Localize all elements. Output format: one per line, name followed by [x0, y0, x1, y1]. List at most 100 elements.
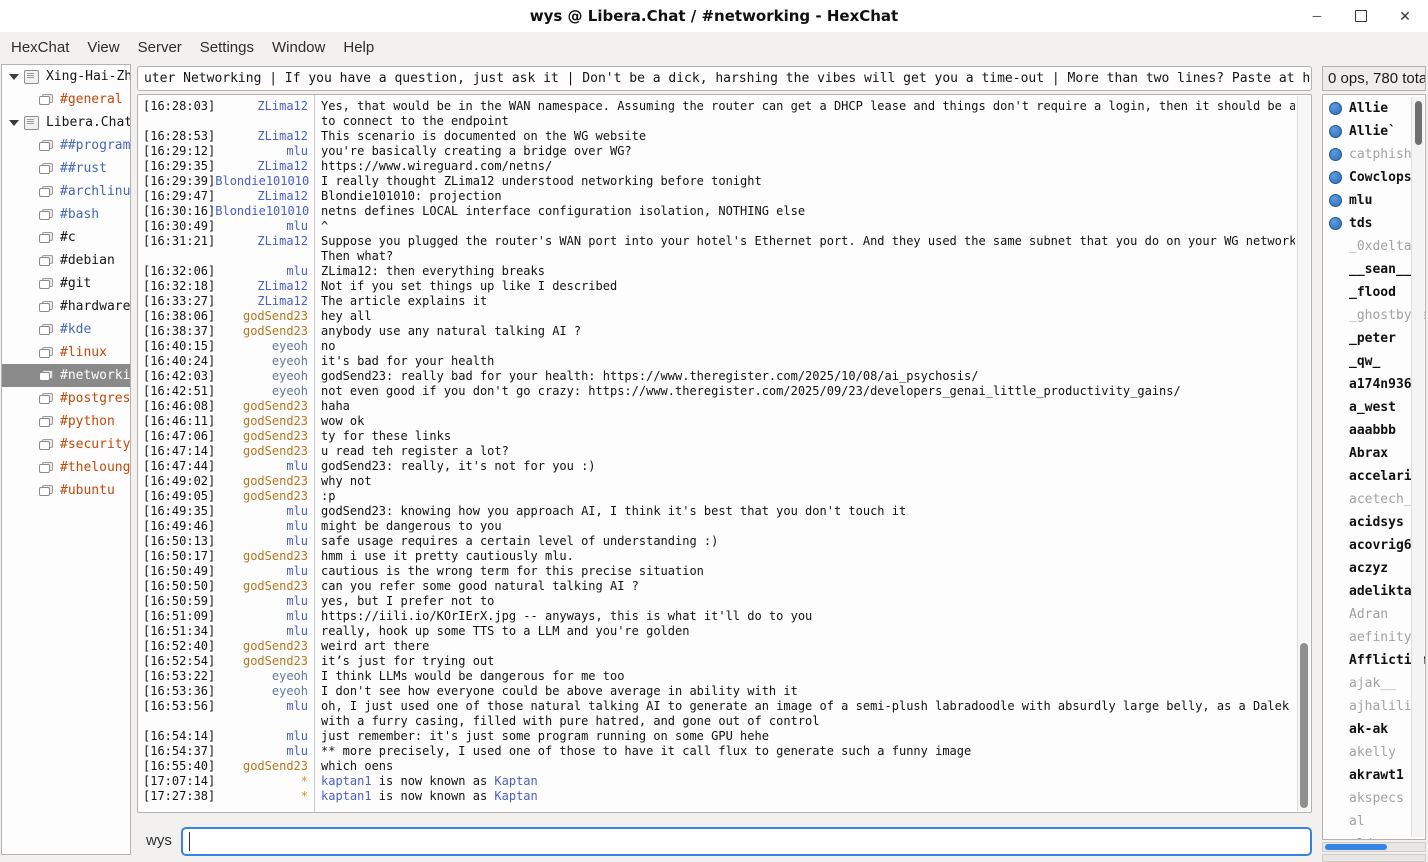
user-row[interactable]: a_west: [1323, 396, 1425, 419]
user-row[interactable]: adeliktas: [1323, 580, 1425, 603]
user-nick: a_west: [1349, 400, 1396, 415]
user-row[interactable]: aefinity: [1323, 626, 1425, 649]
tree-channel-hardware[interactable]: #hardware: [2, 295, 130, 318]
user-row[interactable]: akelly: [1323, 741, 1425, 764]
message-text: Blondie101010: projection: [314, 189, 502, 204]
tree-channel-postgresql[interactable]: #postgresql: [2, 387, 130, 410]
tree-channel-git[interactable]: #git: [2, 272, 130, 295]
user-nick: adeliktas: [1349, 584, 1419, 599]
tree-channel-networking[interactable]: #networking: [2, 364, 130, 387]
tree-channel-archlinux[interactable]: #archlinux: [2, 180, 130, 203]
userlist-scrollbar-thumb[interactable]: [1415, 101, 1422, 145]
menu-view[interactable]: View: [78, 35, 128, 60]
user-row[interactable]: Adran: [1323, 603, 1425, 626]
user-row[interactable]: _ghostbyte: [1323, 304, 1425, 327]
message-text: Not if you set things up like I describe…: [314, 279, 617, 294]
menu-settings[interactable]: Settings: [191, 35, 263, 60]
message-nick: godSend23: [243, 639, 308, 654]
chat-message: [16:31:21]ZLima12Suppose you plugged the…: [143, 234, 1295, 264]
tree-server[interactable]: Xing-Hai-Zhang: [2, 65, 130, 88]
message-timestamp: [16:54:14]: [143, 729, 215, 744]
maximize-icon[interactable]: [1352, 7, 1370, 25]
message-gutter: [16:42:51]eyeoh: [143, 384, 314, 399]
tree-channel-rust[interactable]: ##rust: [2, 157, 130, 180]
user-row[interactable]: aczyz: [1323, 557, 1425, 580]
userlist-scrollbar[interactable]: [1411, 97, 1424, 837]
message-timestamp: [16:51:09]: [143, 609, 215, 624]
message-timestamp: [16:46:11]: [143, 414, 215, 429]
user-row[interactable]: ajak__: [1323, 672, 1425, 695]
channel-label: #security: [60, 437, 130, 452]
message-nick: godSend23: [243, 429, 308, 444]
user-row[interactable]: aaabbb: [1323, 419, 1425, 442]
userlist-hscrollbar-track2[interactable]: [1322, 854, 1426, 862]
user-row[interactable]: _qw_: [1323, 350, 1425, 373]
user-row[interactable]: _flood: [1323, 281, 1425, 304]
user-row[interactable]: ajhalili2: [1323, 695, 1425, 718]
message-nick: eyeoh: [272, 684, 308, 699]
message-nick: *: [301, 774, 308, 789]
user-row[interactable]: Allie: [1323, 97, 1425, 120]
user-row[interactable]: Affliction: [1323, 649, 1425, 672]
user-row[interactable]: akrawt1: [1323, 764, 1425, 787]
menu-window[interactable]: Window: [263, 35, 334, 60]
user-list: AllieAllie`catphishCowclops`mlutds_0xdel…: [1322, 94, 1426, 840]
tree-channel-thelounge[interactable]: #thelounge: [2, 456, 130, 479]
user-row[interactable]: ald: [1323, 833, 1425, 840]
tree-channel-ubuntu[interactable]: #ubuntu: [2, 479, 130, 502]
message-timestamp: [16:42:51]: [143, 384, 215, 399]
tree-channel-c[interactable]: #c: [2, 226, 130, 249]
tree-channel-general[interactable]: #general: [2, 88, 130, 111]
user-row[interactable]: acovrig60: [1323, 534, 1425, 557]
user-row[interactable]: Cowclops`: [1323, 166, 1425, 189]
tree-channel-programming[interactable]: ##programming: [2, 134, 130, 157]
chat-message: [16:38:37]godSend23anybody use any natur…: [143, 324, 1295, 339]
userlist-hscrollbar[interactable]: [1322, 842, 1426, 852]
message-timestamp: [16:49:05]: [143, 489, 215, 504]
user-row[interactable]: accelario: [1323, 465, 1425, 488]
tree-server[interactable]: Libera.Chat: [2, 111, 130, 134]
tree-channel-debian[interactable]: #debian: [2, 249, 130, 272]
message-nick: mlu: [286, 699, 308, 729]
userlist-header: 0 ops, 780 total: [1322, 66, 1426, 91]
tree-channel-kde[interactable]: #kde: [2, 318, 130, 341]
tree-channel-linux[interactable]: #linux: [2, 341, 130, 364]
user-nick: al: [1349, 814, 1365, 829]
tree-channel-security[interactable]: #security: [2, 433, 130, 456]
user-row[interactable]: mlu: [1323, 189, 1425, 212]
message-text: ZLima12: then everything breaks: [314, 264, 545, 279]
menu-help[interactable]: Help: [334, 35, 383, 60]
channel-label: ##programming: [60, 138, 130, 153]
message-gutter: [16:42:03]eyeoh: [143, 369, 314, 384]
message-gutter: [16:30:16]Blondie101010: [143, 204, 314, 219]
user-row[interactable]: tds: [1323, 212, 1425, 235]
message-timestamp: [16:33:27]: [143, 294, 215, 309]
user-row[interactable]: a174n936: [1323, 373, 1425, 396]
user-row[interactable]: acetech_: [1323, 488, 1425, 511]
user-row[interactable]: catphish: [1323, 143, 1425, 166]
chat-scrollbar[interactable]: [1297, 96, 1310, 811]
minimize-icon[interactable]: [1308, 7, 1326, 25]
message-text: can you refer some good natural talking …: [314, 579, 639, 594]
user-row[interactable]: __sean__: [1323, 258, 1425, 281]
user-row[interactable]: ak-ak: [1323, 718, 1425, 741]
user-row[interactable]: Allie`: [1323, 120, 1425, 143]
tree-channel-python[interactable]: #python: [2, 410, 130, 433]
user-row[interactable]: _0xdelta: [1323, 235, 1425, 258]
user-row[interactable]: Abrax: [1323, 442, 1425, 465]
user-row[interactable]: _peter: [1323, 327, 1425, 350]
chat-scrollbar-thumb[interactable]: [1300, 643, 1308, 808]
user-row[interactable]: al: [1323, 810, 1425, 833]
message-input[interactable]: [181, 827, 1312, 856]
user-row[interactable]: acidsys: [1323, 511, 1425, 534]
user-row[interactable]: akspecs: [1323, 787, 1425, 810]
expander-icon[interactable]: [9, 120, 19, 126]
menu-bar: HexChatViewServerSettingsWindowHelp: [0, 32, 1428, 62]
menu-hexchat[interactable]: HexChat: [2, 35, 78, 60]
menu-server[interactable]: Server: [129, 35, 191, 60]
userlist-hscrollbar-thumb[interactable]: [1325, 844, 1387, 850]
topic-input[interactable]: uter Networking | If you have a question…: [137, 66, 1312, 91]
tree-channel-bash[interactable]: #bash: [2, 203, 130, 226]
expander-icon[interactable]: [9, 74, 19, 80]
close-icon[interactable]: [1396, 7, 1414, 25]
